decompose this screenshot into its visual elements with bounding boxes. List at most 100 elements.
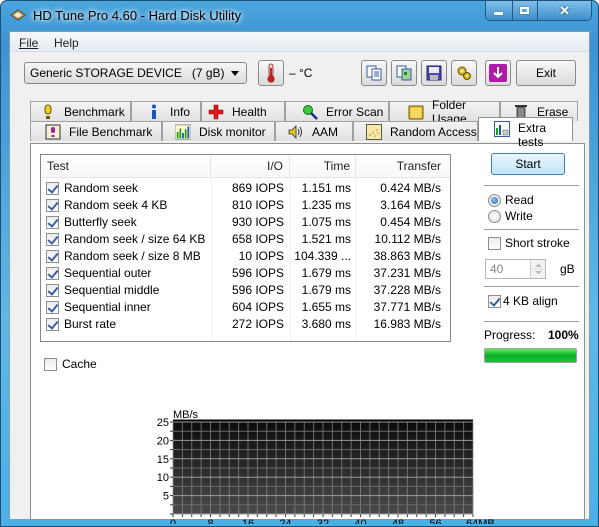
info-icon <box>146 104 162 120</box>
cell-io: 10 IOPS <box>238 249 284 263</box>
hard-disk-app-icon <box>10 9 26 21</box>
download-button[interactable] <box>485 60 511 86</box>
progress-percent: 100% <box>548 328 579 342</box>
tab-aam[interactable]: AAM <box>275 121 353 141</box>
table-row[interactable]: Random seek 869 IOPS 1.151 ms 0.424 MB/s <box>41 180 450 197</box>
tab-benchmark[interactable]: Benchmark <box>30 101 131 121</box>
tab-info[interactable]: Info <box>131 101 201 121</box>
options-panel: Start Read Write Short stroke 40 gB 4 KB… <box>479 144 579 504</box>
row-checkbox[interactable] <box>46 233 59 246</box>
cache-label: Cache <box>62 357 97 371</box>
tab-random-access[interactable]: Random Access <box>353 121 478 141</box>
cell-time: 104.339 ... <box>294 249 351 263</box>
cell-io: 658 IOPS <box>231 232 284 246</box>
tab-file-benchmark-label: File Benchmark <box>69 124 153 139</box>
temperature-button[interactable] <box>258 60 284 86</box>
temperature-readout: – °C <box>289 66 313 80</box>
results-table: Test I/O Time Transfer Random seek 869 IO… <box>40 154 451 342</box>
close-button[interactable]: ✕ <box>538 1 591 20</box>
tab-error-scan[interactable]: Error Scan <box>285 101 389 121</box>
cell-transfer: 37.228 MB/s <box>373 283 441 297</box>
cell-transfer: 10.112 MB/s <box>374 232 441 246</box>
table-row[interactable]: Sequential outer 596 IOPS 1.679 ms 37.231 M… <box>41 265 450 282</box>
title-bar[interactable]: HD Tune Pro 4.60 - Hard Disk Utility ✕ <box>1 1 598 31</box>
copy-text-button[interactable] <box>361 60 387 86</box>
options-icon <box>457 66 471 80</box>
short-stroke-size-value: 40 <box>490 262 504 276</box>
table-row[interactable]: Butterfly seek 930 IOPS 1.075 ms 0.454 MB/s <box>41 214 450 231</box>
cell-time: 1.235 ms <box>301 198 351 212</box>
thermometer-icon <box>267 63 275 83</box>
random-access-icon <box>366 123 382 140</box>
progress-bar <box>484 348 577 363</box>
extra-tests-icon <box>494 121 510 137</box>
table-row[interactable]: Sequential middle 596 IOPS 1.679 ms 37.228 … <box>41 282 450 299</box>
tab-health-label: Health <box>232 104 267 119</box>
cell-time: 1.655 ms <box>301 300 351 314</box>
menu-help[interactable]: Help <box>54 36 79 50</box>
column-header-time[interactable]: Time <box>290 155 356 178</box>
copy-screenshot-button[interactable] <box>391 60 417 86</box>
row-checkbox[interactable] <box>46 216 59 229</box>
x-tick-label: 40 <box>354 518 366 524</box>
table-row[interactable]: Random seek / size 64 KB 658 IOPS 1.521 ms… <box>41 231 450 248</box>
disk-monitor-icon <box>175 123 191 140</box>
results-table-header: Test I/O Time Transfer <box>41 155 450 178</box>
benchmark-icon <box>40 104 56 120</box>
cell-test: Burst rate <box>64 317 117 331</box>
table-row[interactable]: Sequential inner 604 IOPS 1.655 ms 37.771 M… <box>41 299 450 316</box>
options-button[interactable] <box>451 60 477 86</box>
table-row[interactable]: Random seek 4 KB 810 IOPS 1.235 ms 3.164 MB… <box>41 197 450 214</box>
y-tick-label: 20 <box>157 435 169 447</box>
copy-text-icon <box>366 65 382 81</box>
row-checkbox[interactable] <box>46 267 59 280</box>
read-radio[interactable] <box>488 194 501 207</box>
tab-extra-tests-label: Extra tests <box>518 121 547 149</box>
column-header-test[interactable]: Test <box>41 155 211 178</box>
cell-io: 596 IOPS <box>231 283 284 297</box>
maximize-button[interactable] <box>512 1 539 20</box>
divider <box>484 321 579 322</box>
minimize-button[interactable] <box>486 1 513 20</box>
exit-button[interactable]: Exit <box>516 60 576 86</box>
cell-time: 1.151 ms <box>301 181 351 195</box>
row-checkbox[interactable] <box>46 318 59 331</box>
cache-checkbox[interactable] <box>44 358 57 371</box>
column-header-transfer[interactable]: Transfer <box>356 155 450 178</box>
x-tick-label: 48 <box>392 518 404 524</box>
transfer-chart: 25 20 15 10 5 0 8 16 24 32 40 48 56 64MB MB/s <box>157 409 495 524</box>
cell-test: Sequential outer <box>64 266 152 280</box>
tab-file-benchmark[interactable]: File Benchmark <box>30 121 162 141</box>
column-header-io[interactable]: I/O <box>211 155 290 178</box>
folder-icon <box>408 104 424 120</box>
row-checkbox[interactable] <box>46 284 59 297</box>
tab-disk-monitor[interactable]: Disk monitor <box>162 121 275 141</box>
tab-extra-tests[interactable]: Extra tests <box>478 117 573 149</box>
start-button[interactable]: Start <box>491 153 565 175</box>
row-checkbox[interactable] <box>46 301 59 314</box>
menu-file[interactable]: File <box>19 36 38 50</box>
table-row[interactable]: Random seek / size 8 MB 10 IOPS 104.339 ..… <box>41 248 450 265</box>
cell-transfer: 0.424 MB/s <box>380 181 441 195</box>
file-benchmark-icon <box>45 124 61 140</box>
tab-health[interactable]: Health <box>201 101 285 121</box>
maximize-icon <box>520 7 530 14</box>
cell-test: Random seek 4 KB <box>64 198 168 212</box>
cell-test: Sequential middle <box>64 283 160 297</box>
write-radio[interactable] <box>488 210 501 223</box>
row-checkbox[interactable] <box>46 182 59 195</box>
spinner-arrows[interactable] <box>530 260 546 278</box>
short-stroke-unit: gB <box>560 262 575 276</box>
drive-select[interactable]: Generic STORAGE DEVICE (7 gB) <box>24 62 247 84</box>
cell-transfer: 37.231 MB/s <box>373 266 441 280</box>
row-checkbox[interactable] <box>46 199 59 212</box>
short-stroke-checkbox[interactable] <box>488 237 501 250</box>
cell-time: 1.679 ms <box>301 266 351 280</box>
menu-bar: File Help <box>10 32 589 52</box>
table-row[interactable]: Burst rate 272 IOPS 3.680 ms 16.983 MB/s <box>41 316 450 333</box>
row-checkbox[interactable] <box>46 250 59 263</box>
menu-help-label: Help <box>54 36 79 50</box>
short-stroke-size-spinner[interactable]: 40 <box>485 259 546 279</box>
kb-align-checkbox[interactable] <box>488 295 501 308</box>
save-button[interactable] <box>421 60 447 86</box>
